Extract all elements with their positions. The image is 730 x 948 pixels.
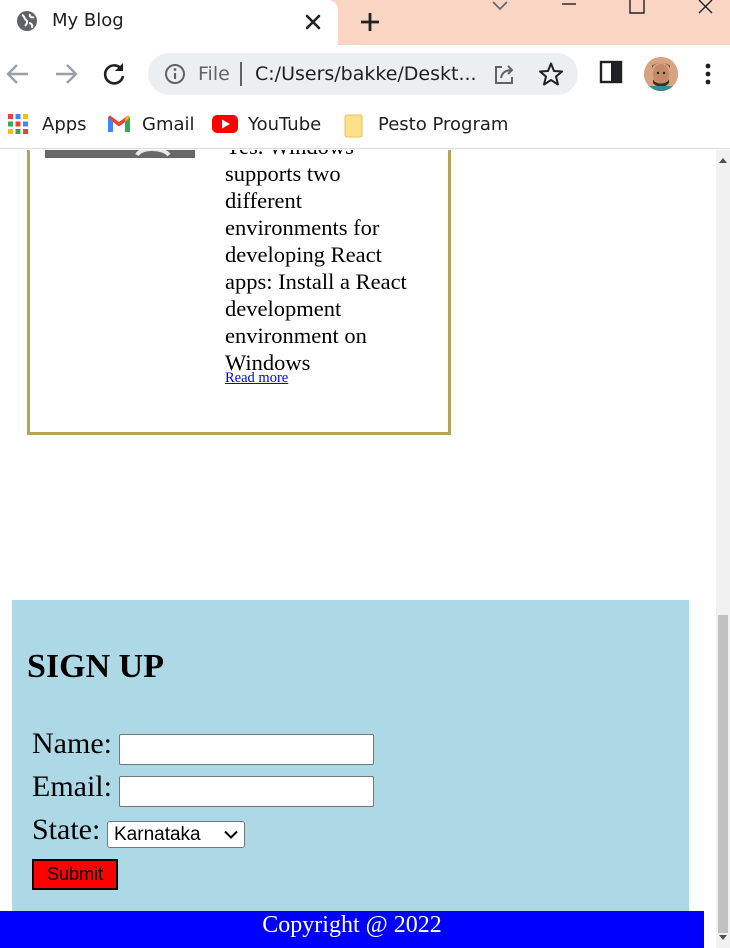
tab-my-blog[interactable]: My Blog <box>0 0 338 45</box>
page-viewport: Yes. Windows supports two different envi… <box>0 150 716 948</box>
scroll-up-arrow-icon[interactable] <box>719 158 727 163</box>
signup-title: SIGN UP <box>27 648 164 685</box>
new-tab-plus-icon[interactable] <box>356 8 384 36</box>
excerpt-line: Yes. Windows <box>225 150 435 160</box>
minimize-icon[interactable] <box>557 0 581 14</box>
avatar-face-icon <box>644 57 678 91</box>
address-separator <box>240 62 242 86</box>
maximize-icon[interactable] <box>625 0 649 14</box>
bookmark-pesto-program[interactable]: Pesto Program <box>344 111 508 139</box>
read-more-link[interactable]: Read more <box>225 370 288 387</box>
bookmark-gmail[interactable]: Gmail <box>107 111 197 139</box>
share-icon[interactable] <box>492 62 516 86</box>
bookmark-youtube[interactable]: YouTube <box>212 111 324 139</box>
excerpt-line: development <box>225 296 342 321</box>
excerpt-line: developing React <box>225 242 382 267</box>
scheme-label: File <box>198 63 230 85</box>
copyright-text: Copyright @ 2022 <box>262 912 442 938</box>
bookmark-label: YouTube <box>248 114 322 135</box>
scrollbar-thumb[interactable] <box>718 615 728 933</box>
bookmark-label: Gmail <box>142 114 195 135</box>
window-close-icon[interactable] <box>694 0 718 14</box>
chevron-down-icon <box>224 830 238 839</box>
bookmarks-bar: Apps Gmail YouTube Pesto Program <box>0 103 730 149</box>
excerpt-line: supports two <box>225 161 341 186</box>
bookmark-apps[interactable]: Apps <box>8 111 88 139</box>
email-input[interactable] <box>119 776 374 807</box>
folder-icon <box>344 114 363 138</box>
name-input[interactable] <box>119 734 374 765</box>
browser-toolbar: File C:/Users/bakke/Deskt... <box>0 45 730 103</box>
profile-avatar[interactable] <box>644 57 678 91</box>
bookmark-star-icon[interactable] <box>538 61 564 87</box>
back-arrow-icon[interactable] <box>3 59 33 89</box>
state-label: State: <box>32 813 101 846</box>
url-text[interactable]: C:/Users/bakke/Deskt... <box>255 63 477 85</box>
excerpt-line: apps: Install a React <box>225 269 407 294</box>
state-selected-value: Karnataka <box>114 824 201 845</box>
youtube-icon <box>212 115 238 133</box>
submit-button[interactable]: Submit <box>32 859 118 890</box>
address-bar[interactable]: File C:/Users/bakke/Deskt... <box>148 53 578 95</box>
thumbnail-graphic-icon <box>135 150 171 157</box>
gmail-icon <box>108 115 130 132</box>
tab-strip: My Blog <box>0 0 730 45</box>
globe-icon <box>17 11 37 31</box>
tab-search-chevron-icon[interactable] <box>488 0 512 14</box>
bookmark-label: Pesto Program <box>378 114 509 135</box>
reload-icon[interactable] <box>99 59 129 89</box>
signup-section: SIGN UP Name: Email: State: Karnataka Su… <box>12 600 689 920</box>
email-label: Email: <box>32 770 112 803</box>
close-tab-icon[interactable] <box>300 9 326 35</box>
apps-grid-icon <box>8 114 28 134</box>
vertical-scrollbar[interactable] <box>716 150 730 948</box>
state-select[interactable]: Karnataka <box>107 821 245 848</box>
forward-arrow-icon[interactable] <box>51 59 81 89</box>
post-excerpt: Yes. Windows supports two different envi… <box>225 150 435 376</box>
post-thumbnail <box>45 150 195 158</box>
tab-title: My Blog <box>52 10 124 31</box>
excerpt-line: environment on <box>225 323 367 348</box>
excerpt-line: different <box>225 188 303 213</box>
side-panel-icon[interactable] <box>598 59 624 85</box>
info-icon[interactable] <box>164 63 186 85</box>
name-label: Name: <box>32 727 112 760</box>
more-menu-icon[interactable] <box>696 59 720 89</box>
scroll-down-arrow-icon[interactable] <box>719 935 727 940</box>
blog-post-card: Yes. Windows supports two different envi… <box>27 150 451 435</box>
page-footer: Copyright @ 2022 <box>0 911 704 948</box>
excerpt-line: environments for <box>225 215 380 240</box>
bookmark-label: Apps <box>42 114 87 135</box>
